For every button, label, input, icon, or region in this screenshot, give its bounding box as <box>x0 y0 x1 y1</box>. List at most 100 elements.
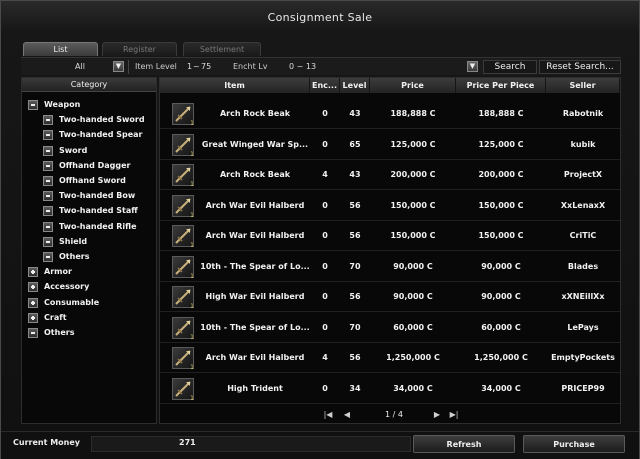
enchant-level: 4 <box>322 170 328 179</box>
category-item[interactable]: Accessory <box>28 280 152 294</box>
expand-icon[interactable] <box>28 312 38 323</box>
price-per-piece: 60,000 C <box>481 322 521 332</box>
table-row[interactable]: 1 Great Winged War Sp... 0 65 125,000 C 125,0… <box>160 130 620 160</box>
category-label: Weapon <box>44 100 81 109</box>
price-per-piece: 188,888 C <box>478 109 524 118</box>
table-row[interactable]: 1 Arch Rock Beak 4 43 200,000 C 200,000 C Proj… <box>160 160 620 190</box>
price: 200,000 C <box>390 170 436 179</box>
purchase-button[interactable]: Purchase <box>523 435 625 453</box>
category-item[interactable]: Sword <box>43 144 152 158</box>
collapse-icon[interactable] <box>28 100 38 110</box>
type-filter-value[interactable]: All <box>75 58 85 76</box>
category-label: Others <box>59 252 90 261</box>
col-header-price[interactable]: Price <box>370 78 456 93</box>
category-item[interactable]: Consumable <box>28 296 152 310</box>
category-item[interactable]: Shield <box>43 235 152 249</box>
category-label: Armor <box>44 267 72 277</box>
seller-name: Rabotnik <box>562 109 604 118</box>
item-icon: 1 <box>172 255 194 280</box>
collapse-icon[interactable] <box>28 328 38 338</box>
next-page-icon[interactable]: ▶ <box>431 409 443 421</box>
seller-name: CriTiC <box>569 231 597 240</box>
table-row[interactable]: 1 Arch War Evil Halberd 4 56 1,250,000 C 1,25… <box>160 343 620 373</box>
table-row[interactable]: 1 10th - The Spear of Lo... 0 70 90,000 C 90,… <box>160 252 620 282</box>
table-row[interactable]: 1 Arch Rock Beak 0 43 188,888 C 188,888 C Rabo… <box>160 99 620 129</box>
item-icon: 1 <box>172 164 194 188</box>
category-item[interactable]: Weapon <box>28 98 152 112</box>
type-dropdown-button[interactable]: ▼ <box>113 61 124 72</box>
item-level: 34 <box>349 383 361 393</box>
col-header-item[interactable]: Item <box>160 78 310 93</box>
item-name: Arch War Evil Halberd <box>205 200 305 210</box>
table-row[interactable]: 1 Arch War Evil Halberd 0 56 150,000 C 150,00… <box>160 191 620 221</box>
collapse-icon[interactable] <box>43 191 53 202</box>
enchant-level: 0 <box>322 261 328 271</box>
filter-bar: All ▼ Item Level 1 ~ 75 Encht Lv 0 ~ 13 … <box>21 57 621 75</box>
table-row[interactable]: 1 10th - The Spear of Lo... 0 70 60,000 C 60,… <box>160 313 620 343</box>
encht-level-range[interactable]: 0 ~ 13 <box>289 58 316 76</box>
price: 188,888 C <box>390 109 436 118</box>
collapse-icon[interactable] <box>43 176 53 186</box>
tab-list[interactable]: List <box>23 42 98 56</box>
item-quantity: 1 <box>190 364 194 371</box>
collapse-icon[interactable] <box>43 115 53 126</box>
collapse-icon[interactable] <box>43 221 53 232</box>
collapse-icon[interactable] <box>43 130 53 141</box>
prev-page-icon[interactable]: ◀ <box>341 409 353 421</box>
price-per-piece: 150,000 C <box>478 231 524 240</box>
category-item[interactable]: Offhand Dagger <box>43 159 152 173</box>
category-item[interactable]: Two-handed Bow <box>43 189 152 203</box>
table-row[interactable]: 1 High War Evil Halberd 0 56 90,000 C 90,000 … <box>160 282 620 312</box>
table-row[interactable]: 1 Arch War Evil Halberd 0 56 150,000 C 150,00… <box>160 221 620 251</box>
item-level-max-input[interactable]: 75 <box>201 58 211 76</box>
collapse-icon[interactable] <box>43 145 53 156</box>
col-header-seller[interactable]: Seller <box>546 78 620 93</box>
window-title: Consignment Sale <box>267 11 373 24</box>
item-quantity: 1 <box>190 211 194 219</box>
first-page-icon[interactable]: |◀ <box>322 409 334 421</box>
category-item[interactable]: Others <box>28 326 152 340</box>
collapse-icon[interactable] <box>43 160 53 171</box>
expand-icon[interactable] <box>28 297 38 308</box>
reset-search-button[interactable]: Reset Search... <box>539 60 621 74</box>
item-level: 65 <box>349 139 361 149</box>
item-level: 56 <box>349 353 361 362</box>
last-page-icon[interactable]: ▶| <box>448 409 460 421</box>
collapse-icon[interactable] <box>43 252 53 262</box>
item-level-min-input[interactable]: 1 <box>187 58 192 76</box>
category-label: Two-handed Spear <box>59 130 143 140</box>
divider <box>128 60 129 74</box>
item-icon: 1 <box>172 194 194 219</box>
item-name: Arch Rock Beak <box>219 170 291 179</box>
category-item[interactable]: Two-handed Staff <box>43 204 152 218</box>
extra-dropdown-button[interactable]: ▼ <box>467 61 478 72</box>
table-row[interactable]: 1 High Trident 0 34 34,000 C 34,000 C PRICEP99 <box>160 374 620 404</box>
footer-bar: Current Money 271 Refresh Purchase <box>1 431 639 459</box>
category-item[interactable]: Two-handed Spear <box>43 128 152 142</box>
col-header-enchant[interactable]: Enc... <box>310 78 340 93</box>
expand-icon[interactable] <box>28 282 38 293</box>
category-label: Offhand Sword <box>59 176 126 185</box>
item-name: Great Winged War Sp... <box>201 139 309 149</box>
category-header: Category <box>22 78 156 92</box>
category-item[interactable]: Others <box>43 250 152 264</box>
search-button[interactable]: Search <box>483 60 537 74</box>
price: 1,250,000 C <box>386 353 440 362</box>
tab-settlement[interactable]: Settlement <box>183 42 261 56</box>
expand-icon[interactable] <box>28 267 38 278</box>
collapse-icon[interactable] <box>43 236 53 247</box>
col-header-price-per-piece[interactable]: Price Per Piece <box>456 78 546 93</box>
category-item[interactable]: Craft <box>28 311 152 325</box>
category-item[interactable]: Offhand Sword <box>43 174 152 188</box>
refresh-button[interactable]: Refresh <box>413 435 515 453</box>
category-item[interactable]: Two-handed Sword <box>43 113 152 127</box>
price-per-piece: 90,000 C <box>481 292 521 301</box>
col-header-level[interactable]: Level <box>340 78 370 93</box>
collapse-icon[interactable] <box>43 206 53 217</box>
category-item[interactable]: Two-handed Rifle <box>43 220 152 234</box>
tab-register[interactable]: Register <box>102 42 177 56</box>
category-item[interactable]: Armor <box>28 265 152 279</box>
item-level: 70 <box>349 261 361 271</box>
item-name: High Trident <box>227 383 283 393</box>
item-quantity: 1 <box>190 120 194 127</box>
